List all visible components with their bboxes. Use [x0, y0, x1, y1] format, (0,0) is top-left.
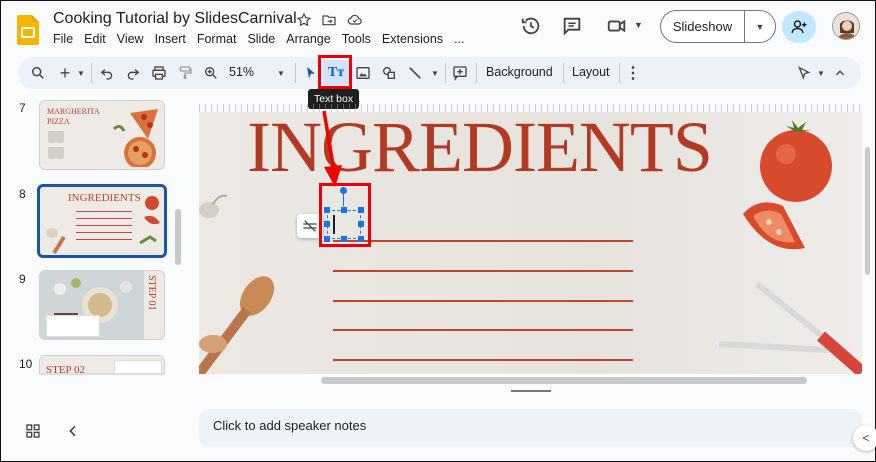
- zoom-icon[interactable]: [203, 64, 219, 82]
- background-button[interactable]: Background: [486, 65, 553, 79]
- pointer-dropdown-icon[interactable]: ▼: [816, 64, 826, 82]
- menu-edit[interactable]: Edit: [84, 32, 106, 46]
- filmstrip-scrollbar[interactable]: [175, 209, 181, 265]
- document-title[interactable]: Cooking Tutorial by SlidesCarnival: [53, 10, 297, 28]
- chevron-left-icon: <: [862, 431, 870, 445]
- pointer-mode-icon[interactable]: [796, 64, 812, 82]
- expand-side-panel-button[interactable]: <: [853, 425, 876, 451]
- undo-icon[interactable]: [99, 64, 115, 82]
- menu-format[interactable]: Format: [197, 32, 237, 46]
- slide-number: 7: [19, 101, 26, 115]
- line-dropdown-icon[interactable]: ▼: [430, 64, 440, 82]
- cloud-saved-icon[interactable]: [347, 12, 363, 28]
- ingredient-line: [333, 270, 633, 272]
- garlic-illustration: [199, 194, 228, 218]
- slideshow-button[interactable]: Slideshow ▼: [660, 10, 776, 43]
- menu-more[interactable]: ...: [454, 32, 464, 46]
- slide-canvas[interactable]: INGREDIENTS: [199, 112, 862, 374]
- new-slide-dropdown-icon[interactable]: ▼: [76, 64, 86, 82]
- annotation-box-canvas: [319, 183, 371, 247]
- menu-arrange[interactable]: Arrange: [286, 32, 330, 46]
- menu-insert[interactable]: Insert: [155, 32, 186, 46]
- meet-dropdown-icon[interactable]: ▼: [634, 20, 643, 30]
- vertical-scrollbar[interactable]: [865, 147, 870, 275]
- more-options-icon[interactable]: ⋮: [625, 64, 641, 82]
- star-icon[interactable]: [296, 12, 312, 28]
- share-button[interactable]: [782, 11, 816, 43]
- pizza-illustration: [112, 109, 158, 167]
- slide-thumbnail-7[interactable]: MARGHERITA PIZZA: [39, 100, 165, 170]
- thumbnail-edge: [39, 373, 165, 375]
- ingredient-line: [333, 300, 633, 302]
- redo-icon[interactable]: [125, 64, 141, 82]
- slide-thumbnail-9[interactable]: STEP 01: [39, 270, 165, 340]
- thumb-title: STEP 01: [146, 275, 157, 311]
- annotation-arrow: [322, 110, 342, 187]
- avatar[interactable]: [832, 12, 860, 40]
- new-slide-icon[interactable]: +: [57, 63, 73, 83]
- grid-view-icon[interactable]: [25, 423, 41, 439]
- zoom-level[interactable]: 51%: [229, 65, 254, 79]
- ingredient-line: [333, 329, 633, 331]
- add-comment-icon[interactable]: [452, 64, 468, 82]
- ingredient-line: [333, 240, 633, 242]
- select-cursor-icon[interactable]: [303, 64, 319, 82]
- layout-button[interactable]: Layout: [572, 65, 610, 79]
- slide-number: 9: [19, 272, 26, 286]
- ingredient-line: [333, 359, 633, 361]
- comments-icon[interactable]: [561, 15, 583, 37]
- tomato-slice-illustration: [743, 202, 805, 250]
- slides-logo-icon[interactable]: [17, 15, 39, 45]
- version-history-icon[interactable]: [520, 15, 542, 37]
- collapse-filmstrip-icon[interactable]: [65, 423, 81, 439]
- slide-number: 8: [19, 187, 26, 201]
- menu-slide[interactable]: Slide: [247, 32, 275, 46]
- zoom-dropdown-icon[interactable]: ▼: [276, 64, 286, 82]
- tomato-illustration: [139, 196, 160, 245]
- menu-file[interactable]: File: [53, 32, 73, 46]
- horizontal-scrollbar[interactable]: [321, 377, 807, 384]
- move-folder-icon[interactable]: [321, 12, 337, 28]
- wooden-spoon-illustration: [199, 276, 275, 374]
- slideshow-dropdown-icon[interactable]: ▼: [745, 22, 775, 32]
- meet-camera-icon[interactable]: [606, 15, 628, 37]
- thumb-title: INGREDIENTS: [68, 192, 141, 204]
- menu-view[interactable]: View: [117, 32, 144, 46]
- slide-thumbnail-8[interactable]: INGREDIENTS: [37, 184, 167, 258]
- insert-image-icon[interactable]: [355, 64, 371, 82]
- collapse-toolbar-icon[interactable]: [833, 64, 847, 82]
- print-icon[interactable]: [151, 64, 167, 82]
- horizontal-ruler: [199, 104, 862, 112]
- notes-resize-handle[interactable]: [511, 390, 551, 392]
- search-menus-icon[interactable]: [30, 64, 46, 82]
- menu-extensions[interactable]: Extensions: [382, 32, 443, 46]
- garlic-illustration: [46, 228, 66, 255]
- menu-tools[interactable]: Tools: [342, 32, 371, 46]
- slide-thumbnail-10[interactable]: STEP 02: [39, 355, 165, 375]
- speaker-notes-placeholder[interactable]: Click to add speaker notes: [213, 418, 366, 433]
- tongs-illustration: [718, 281, 862, 374]
- slide-number: 10: [19, 357, 33, 371]
- tomato-illustration: [760, 120, 832, 202]
- annotation-box-toolbar: [318, 55, 352, 89]
- slideshow-label[interactable]: Slideshow: [661, 11, 745, 42]
- paint-format-icon[interactable]: [177, 64, 193, 82]
- shape-icon[interactable]: [381, 64, 397, 82]
- thumb-title: MARGHERITA PIZZA: [47, 107, 100, 126]
- line-icon[interactable]: [407, 64, 423, 82]
- menu-bar: File Edit View Insert Format Slide Arran…: [53, 32, 475, 46]
- strikethrough-format-icon: [303, 220, 317, 232]
- add-person-icon: [791, 20, 807, 34]
